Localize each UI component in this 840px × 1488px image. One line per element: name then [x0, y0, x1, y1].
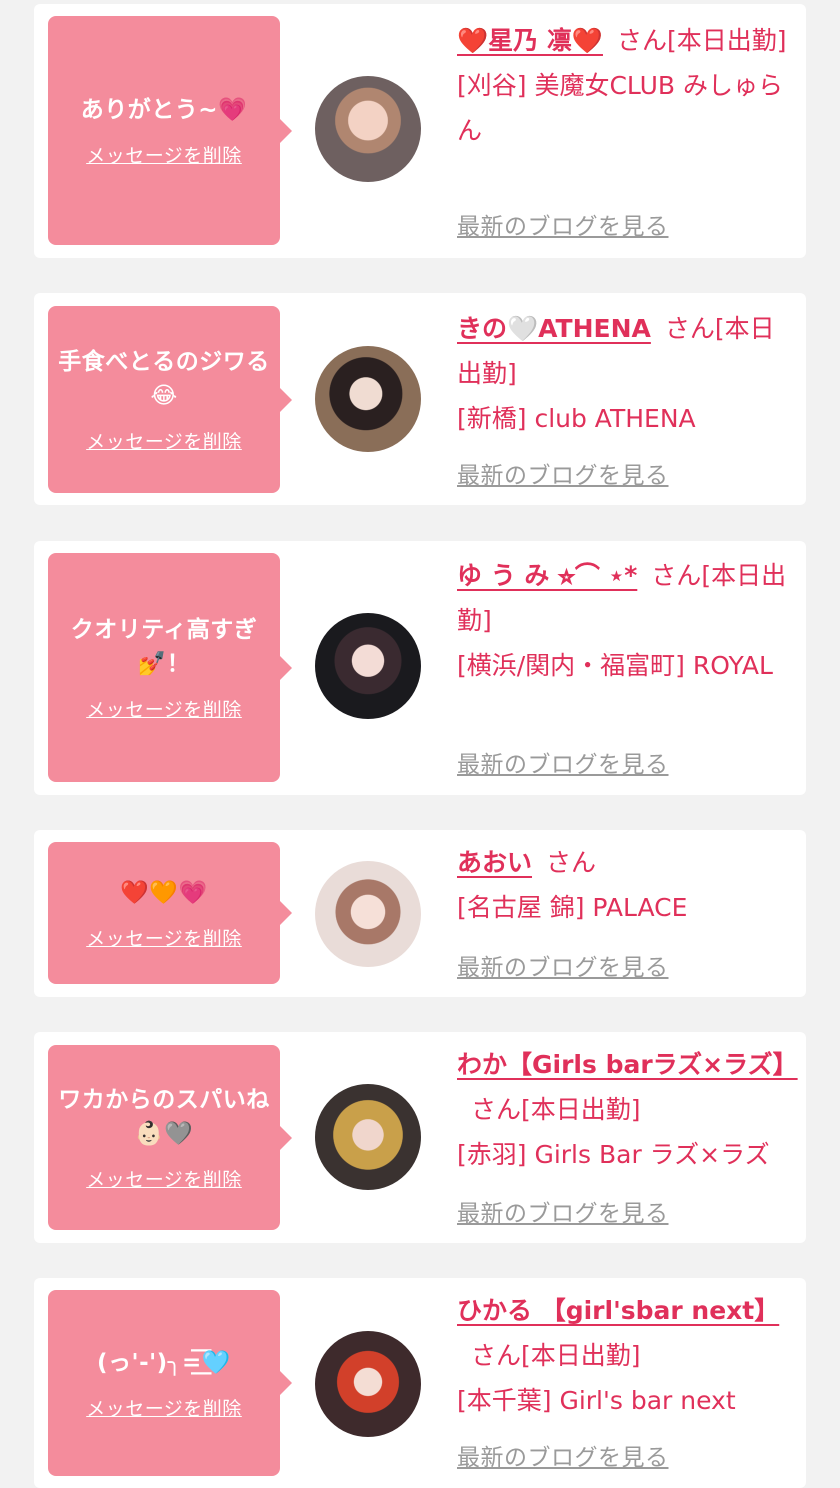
latest-blog-link[interactable]: 最新のブログを見る	[457, 1438, 669, 1472]
latest-blog-link[interactable]: 最新のブログを見る	[457, 207, 669, 241]
avatar[interactable]	[315, 76, 421, 182]
cast-name-link[interactable]: きの🤍ATHENA	[457, 314, 651, 343]
cast-name-link[interactable]: あおい	[457, 848, 532, 877]
cast-info: ひかる 【girl'sbar next】さん[本日出勤] [本千葉] Girl'…	[457, 1288, 797, 1423]
san-suffix: さん	[471, 1095, 522, 1124]
delete-message-link[interactable]: メッセージを削除	[86, 1394, 242, 1421]
message-text: ありがとう~💗	[80, 97, 248, 123]
shop-text: [本千葉] Girl's bar next	[457, 1386, 736, 1415]
message-bubble: ワカからのスパいね👶🏻🩶 メッセージを削除	[48, 1045, 292, 1230]
san-suffix: さん	[616, 26, 667, 55]
message-bubble: ❤️🧡💗 メッセージを削除	[48, 842, 292, 984]
status-text: [本日出勤]	[521, 1095, 641, 1124]
message-card: クオリティ高すぎ💅！ メッセージを削除 ゆ う み ⭐︎⌒ ⋆* さん[本日出勤]…	[34, 541, 806, 795]
message-text: ワカからのスパいね👶🏻🩶	[58, 1087, 270, 1147]
cast-name-link[interactable]: ゆ う み ⭐︎⌒ ⋆*	[457, 561, 637, 590]
cast-name-link[interactable]: わか【Girls barラズ×ラズ】	[457, 1050, 798, 1079]
status-text: [本日出勤]	[666, 26, 787, 55]
message-card: 手食べとるのジワる😂 メッセージを削除 きの🤍ATHENA さん[本日出勤] [新…	[34, 293, 806, 505]
message-bubble: ありがとう~💗 メッセージを削除	[48, 16, 292, 245]
cast-info: きの🤍ATHENA さん[本日出勤] [新橋] club ATHENA	[457, 306, 797, 441]
shop-text: [刈谷] 美魔女CLUB みしゅらん	[457, 71, 783, 145]
latest-blog-link[interactable]: 最新のブログを見る	[457, 456, 669, 490]
delete-message-link[interactable]: メッセージを削除	[86, 427, 242, 454]
message-card: ❤️🧡💗 メッセージを削除 あおい さん [名古屋 錦] PALACE 最新のブロ…	[34, 830, 806, 997]
cast-name-link[interactable]: ❤️星乃 凛❤️	[457, 26, 603, 55]
status-text: [本日出勤]	[521, 1341, 641, 1370]
message-bubble: 手食べとるのジワる😂 メッセージを削除	[48, 306, 292, 493]
latest-blog-link[interactable]: 最新のブログを見る	[457, 948, 669, 982]
delete-message-link[interactable]: メッセージを削除	[86, 924, 242, 951]
avatar[interactable]	[315, 861, 421, 967]
message-text: (っ'-')╮=͟͟͞͞🩵	[97, 1349, 231, 1376]
shop-text: [横浜/関内・福富町] ROYAL	[457, 651, 773, 680]
avatar[interactable]	[315, 1084, 421, 1190]
message-bubble: クオリティ高すぎ💅！ メッセージを削除	[48, 553, 292, 782]
avatar[interactable]	[315, 1331, 421, 1437]
shop-text: [新橋] club ATHENA	[457, 404, 696, 433]
message-card: ワカからのスパいね👶🏻🩶 メッセージを削除 わか【Girls barラズ×ラズ】…	[34, 1032, 806, 1243]
message-bubble: (っ'-')╮=͟͟͞͞🩵 メッセージを削除	[48, 1290, 292, 1476]
cast-info: ゆ う み ⭐︎⌒ ⋆* さん[本日出勤] [横浜/関内・福富町] ROYAL	[457, 553, 797, 688]
san-suffix: さん	[664, 314, 715, 343]
cast-info: わか【Girls barラズ×ラズ】さん[本日出勤] [赤羽] Girls Ba…	[457, 1042, 798, 1177]
message-text: ❤️🧡💗	[120, 879, 208, 906]
message-text: クオリティ高すぎ💅！	[70, 617, 258, 677]
delete-message-link[interactable]: メッセージを削除	[86, 141, 242, 168]
delete-message-link[interactable]: メッセージを削除	[86, 695, 242, 722]
cast-name-link[interactable]: ひかる 【girl'sbar next】	[457, 1296, 779, 1325]
message-card: ありがとう~💗 メッセージを削除 ❤️星乃 凛❤️ さん[本日出勤] [刈谷] 美…	[34, 4, 806, 258]
san-suffix: さん	[471, 1341, 522, 1370]
san-suffix: さん	[651, 561, 702, 590]
message-card: (っ'-')╮=͟͟͞͞🩵 メッセージを削除 ひかる 【girl'sbar ne…	[34, 1278, 806, 1488]
shop-text: [名古屋 錦] PALACE	[457, 893, 688, 922]
message-text: 手食べとるのジワる😂	[58, 349, 270, 409]
delete-message-link[interactable]: メッセージを削除	[86, 1165, 242, 1192]
avatar[interactable]	[315, 613, 421, 719]
cast-info: ❤️星乃 凛❤️ さん[本日出勤] [刈谷] 美魔女CLUB みしゅらん	[457, 18, 797, 153]
san-suffix: さん	[546, 848, 597, 877]
avatar[interactable]	[315, 346, 421, 452]
shop-text: [赤羽] Girls Bar ラズ×ラズ	[457, 1140, 770, 1169]
cast-info: あおい さん [名古屋 錦] PALACE	[457, 840, 797, 930]
latest-blog-link[interactable]: 最新のブログを見る	[457, 745, 669, 779]
latest-blog-link[interactable]: 最新のブログを見る	[457, 1194, 669, 1228]
